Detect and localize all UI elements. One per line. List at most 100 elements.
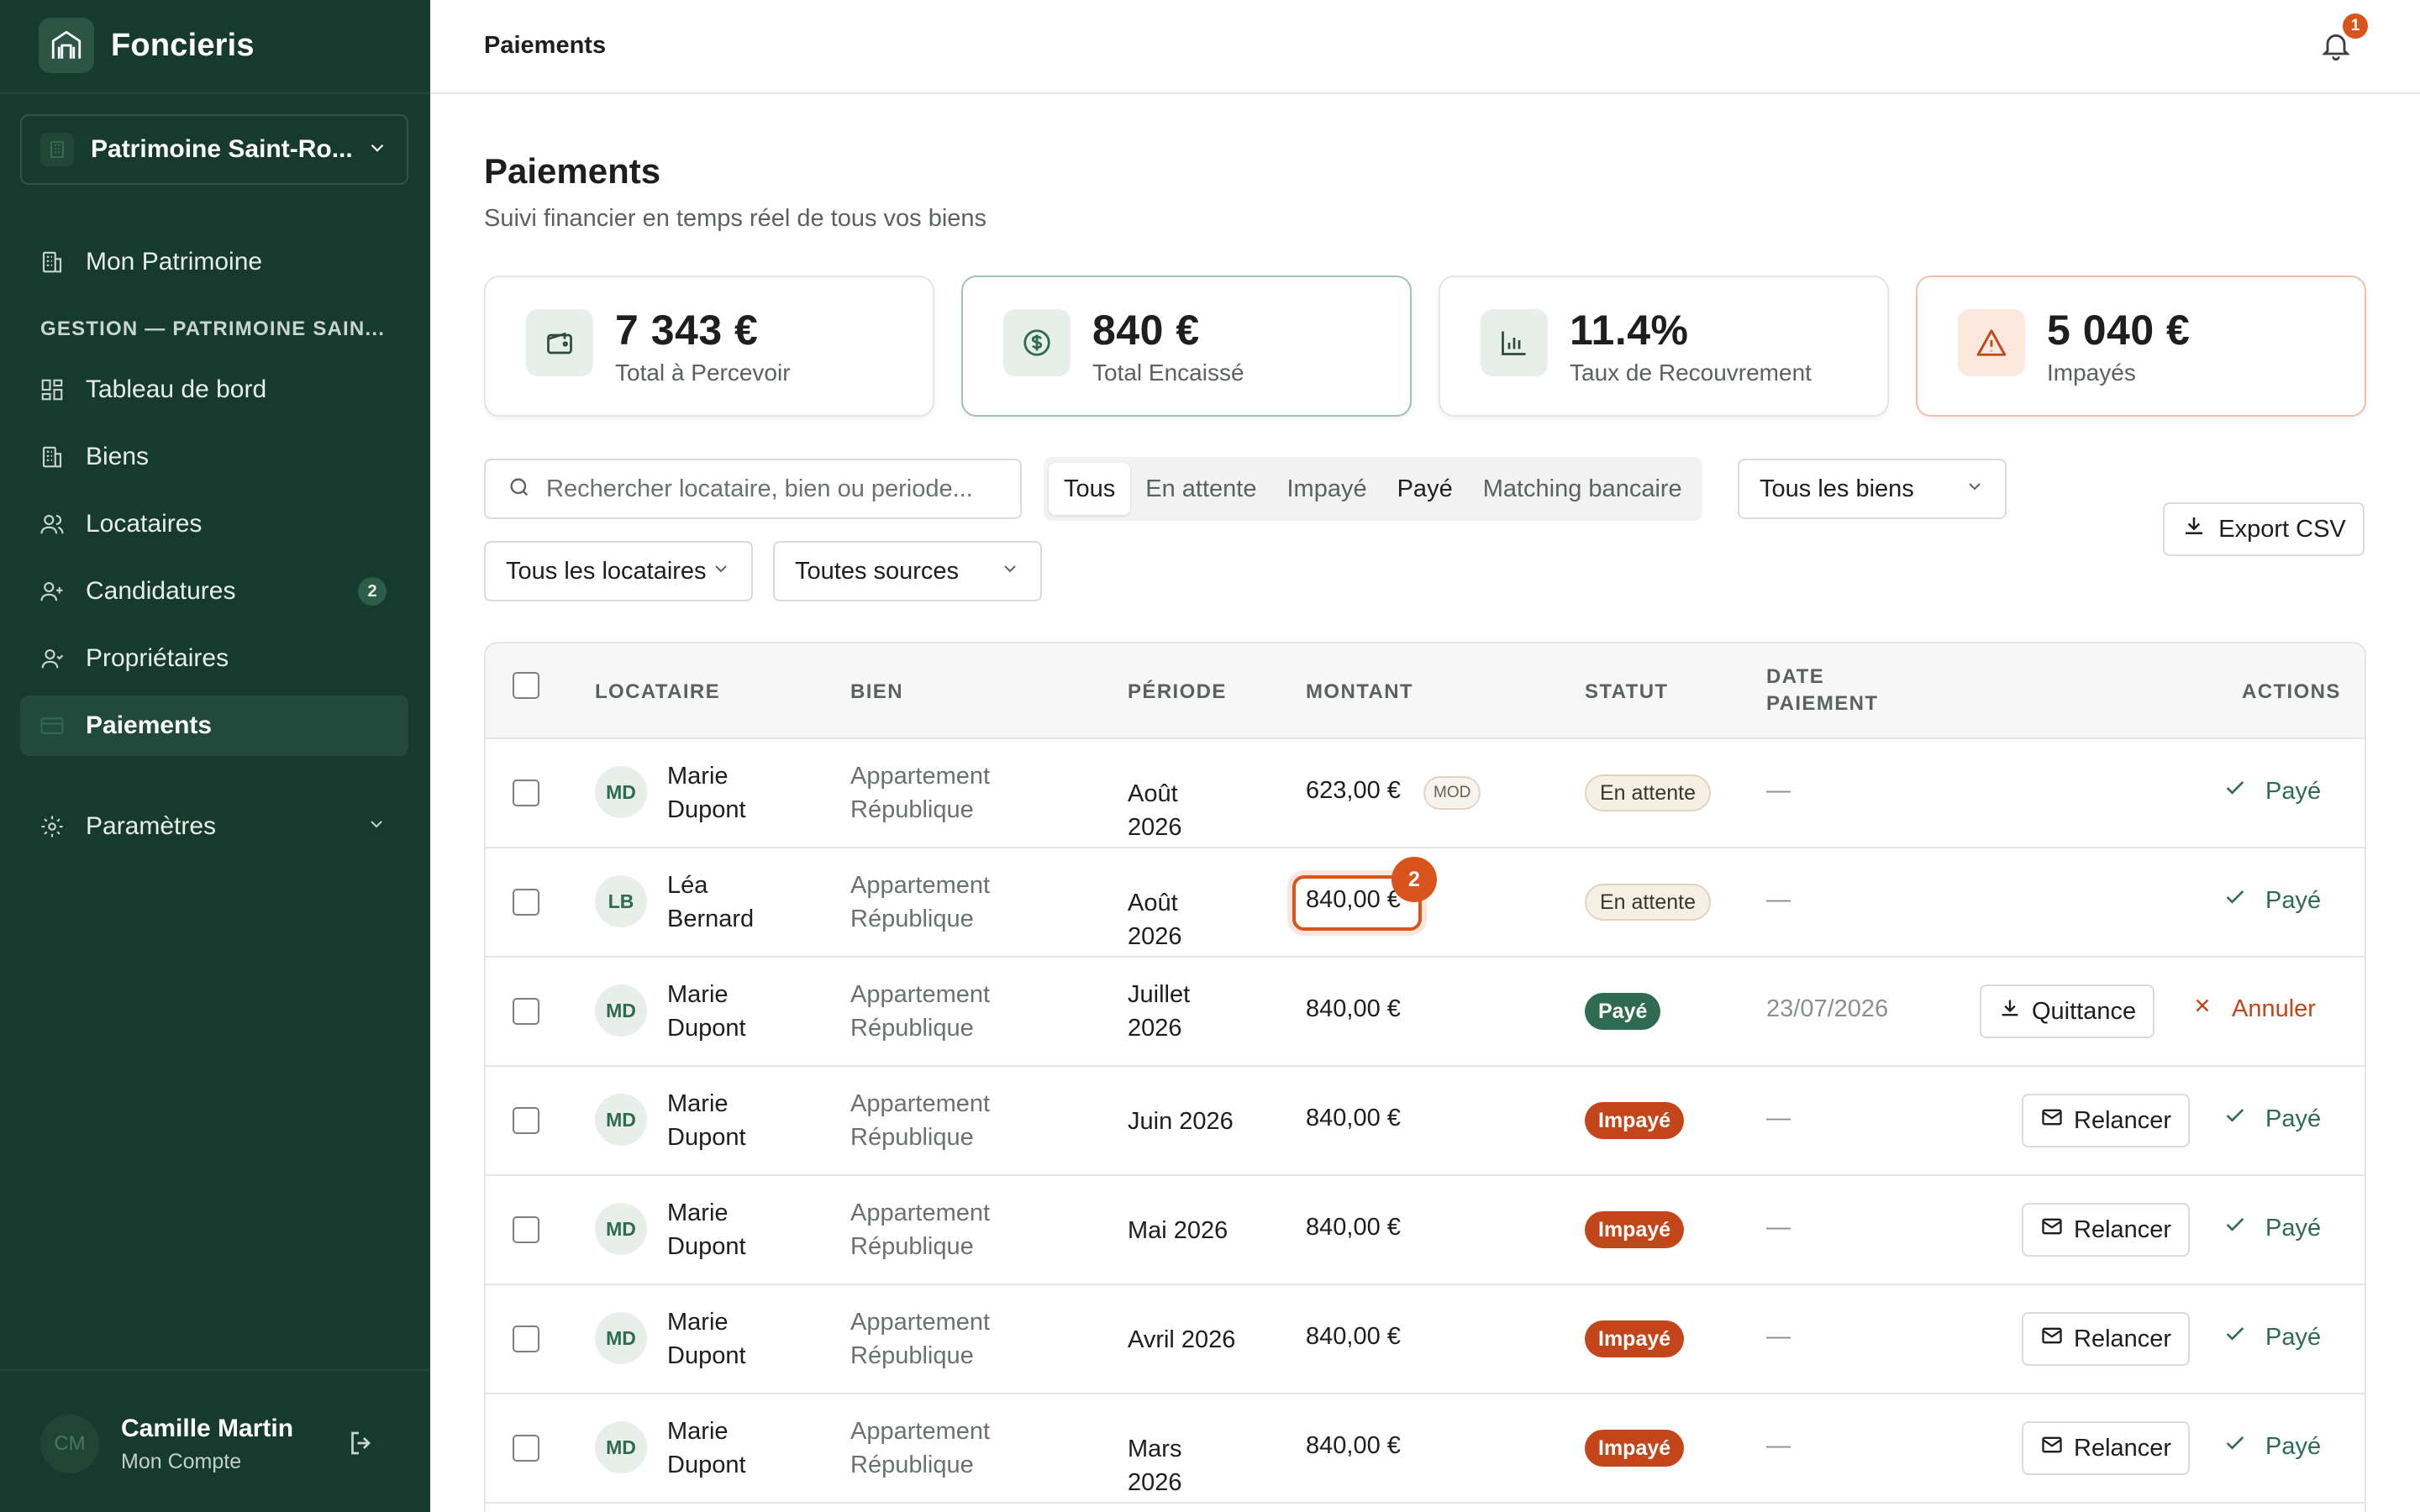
row-checkbox[interactable] xyxy=(513,780,539,806)
tenant-name[interactable]: Léa Bernard xyxy=(667,869,793,936)
tab-paye[interactable]: Payé xyxy=(1382,463,1468,515)
table-row[interactable]: MD Marie Dupont Appartement République Mai… xyxy=(486,1176,2365,1285)
property-line2: République xyxy=(850,1342,974,1369)
mark-paid-button[interactable]: Payé xyxy=(2223,885,2321,916)
column-header-bien[interactable]: BIEN xyxy=(850,680,903,704)
sidebar-item-label: Biens xyxy=(86,443,150,470)
tenant-name[interactable]: Marie Dupont xyxy=(667,978,793,1045)
users-icon xyxy=(39,511,66,538)
mark-paid-button[interactable]: Payé xyxy=(2223,776,2321,806)
stat-card-taux-recouvrement: 11.4% Taux de Recouvrement xyxy=(1439,276,1889,417)
tab-matching-bancaire[interactable]: Matching bancaire xyxy=(1468,463,1697,515)
tenant-last-name: Dupont xyxy=(667,1233,746,1260)
tab-tous[interactable]: Tous xyxy=(1049,463,1131,515)
quittance-button[interactable]: Quittance xyxy=(1980,984,2155,1038)
select-value: Toutes sources xyxy=(795,557,960,585)
table-row[interactable]: LB Léa Bernard Appartement République Août… xyxy=(486,848,2365,958)
table-row[interactable]: MD Marie Dupont Appartement République Jui… xyxy=(486,1067,2365,1176)
property-name: Appartement République xyxy=(850,1305,1035,1373)
column-header-statut[interactable]: STATUT xyxy=(1585,680,1669,704)
row-checkbox[interactable] xyxy=(513,998,539,1025)
stat-label: Taux de Recouvrement xyxy=(1570,360,1812,386)
table-row[interactable]: MD Marie Dupont Appartement République Aoû… xyxy=(486,739,2365,848)
mail-icon xyxy=(2040,1324,2064,1354)
mark-paid-button[interactable]: Payé xyxy=(2223,1213,2321,1243)
tenant-first-name: Léa xyxy=(667,872,708,899)
tenant-first-name: Marie xyxy=(667,1309,729,1336)
tenant-name[interactable]: Marie Dupont xyxy=(667,1305,793,1373)
status-badge: Impayé xyxy=(1585,1430,1685,1467)
relancer-label: Relancer xyxy=(2074,1106,2172,1134)
mail-icon xyxy=(2040,1215,2064,1245)
avatar: MD xyxy=(595,984,647,1037)
mark-paid-button[interactable]: Payé xyxy=(2223,1104,2321,1134)
column-header-locataire[interactable]: LOCATAIRE xyxy=(595,680,720,704)
sidebar-item-parametres[interactable]: Paramètres xyxy=(20,796,408,857)
tenant-first-name: Marie xyxy=(667,1200,729,1226)
amount: 623,00 € xyxy=(1306,777,1401,804)
column-header-periode[interactable]: PÉRIODE xyxy=(1128,680,1227,704)
tab-en-attente[interactable]: En attente xyxy=(1130,463,1271,515)
account-panel[interactable]: CM Camille Martin Mon Compte xyxy=(0,1369,430,1512)
payment-date: — xyxy=(1766,777,1791,804)
mark-paid-button[interactable]: Payé xyxy=(2223,1431,2321,1462)
row-checkbox[interactable] xyxy=(513,1326,539,1352)
tab-impaye[interactable]: Impayé xyxy=(1271,463,1381,515)
property-line1: Appartement xyxy=(850,1418,991,1445)
column-header-date-line1: DATE xyxy=(1766,665,1825,688)
chevron-down-icon xyxy=(366,137,388,163)
payment-date: — xyxy=(1766,886,1791,913)
payment-date: — xyxy=(1766,1323,1791,1350)
stat-value: 5 040 € xyxy=(2047,307,2191,354)
wallet-icon xyxy=(526,309,593,376)
chevron-down-icon xyxy=(1965,475,1985,503)
mark-paid-button[interactable]: Payé xyxy=(2223,1322,2321,1352)
mark-paid-label: Payé xyxy=(2265,1432,2322,1460)
sidebar-item-candidatures[interactable]: Candidatures 2 xyxy=(20,561,408,622)
sidebar-item-proprietaires[interactable]: Propriétaires xyxy=(20,628,408,689)
relancer-button[interactable]: Relancer xyxy=(2022,1203,2191,1257)
sidebar-item-biens[interactable]: Biens xyxy=(20,427,408,487)
portfolio-select[interactable]: Patrimoine Saint-Ro... xyxy=(20,114,408,185)
sidebar-item-label: Candidatures xyxy=(86,577,236,605)
property-name: Appartement République xyxy=(850,978,1035,1045)
property-line1: Appartement xyxy=(850,872,991,899)
tenant-first-name: Marie xyxy=(667,1418,729,1445)
table-row[interactable]: MD Marie Dupont Appartement République Avr… xyxy=(486,1285,2365,1394)
row-checkbox[interactable] xyxy=(513,1435,539,1462)
relancer-button[interactable]: Relancer xyxy=(2022,1312,2191,1366)
tenant-name[interactable]: Marie Dupont xyxy=(667,1196,793,1263)
tenant-name[interactable]: Marie Dupont xyxy=(667,1415,793,1482)
export-csv-button[interactable]: Export CSV xyxy=(2163,502,2365,556)
sources-select[interactable]: Toutes sources xyxy=(773,541,1042,601)
sidebar-item-paiements[interactable]: Paiements xyxy=(20,696,408,756)
cancel-payment-button[interactable]: Annuler xyxy=(2191,995,2316,1023)
tenant-last-name: Bernard xyxy=(667,906,755,932)
logout-icon[interactable] xyxy=(346,1428,376,1462)
status-badge: Impayé xyxy=(1585,1320,1685,1357)
sidebar-item-mon-patrimoine[interactable]: Mon Patrimoine xyxy=(20,232,408,292)
app-logo[interactable]: Foncieris xyxy=(39,18,255,73)
tenant-name[interactable]: Marie Dupont xyxy=(667,759,793,827)
search-input[interactable]: Rechercher locataire, bien ou periode... xyxy=(484,459,1022,519)
amount: 840,00 € xyxy=(1306,995,1401,1022)
relancer-button[interactable]: Relancer xyxy=(2022,1094,2191,1147)
property-line2: République xyxy=(850,1015,974,1042)
relancer-button[interactable]: Relancer xyxy=(2022,1421,2191,1475)
payments-table: LOCATAIRE BIEN PÉRIODE MONTANT STATUT DA… xyxy=(484,642,2366,1512)
row-checkbox[interactable] xyxy=(513,1216,539,1243)
sidebar-item-locataires[interactable]: Locataires xyxy=(20,494,408,554)
tenant-name[interactable]: Marie Dupont xyxy=(667,1087,793,1154)
table-row[interactable]: MD Marie Dupont Appartement République Jui… xyxy=(486,958,2365,1067)
column-header-montant[interactable]: MONTANT xyxy=(1306,680,1413,704)
sidebar-item-tableau-de-bord[interactable]: Tableau de bord xyxy=(20,360,408,420)
table-row[interactable]: MD Marie Dupont Appartement République Mar… xyxy=(486,1394,2365,1504)
locataires-select[interactable]: Tous les locataires xyxy=(484,541,753,601)
row-checkbox[interactable] xyxy=(513,889,539,916)
download-icon xyxy=(1998,996,2022,1026)
avatar: LB xyxy=(595,875,647,927)
biens-select[interactable]: Tous les biens xyxy=(1738,459,2007,519)
sidebar-divider xyxy=(0,92,430,94)
row-checkbox[interactable] xyxy=(513,1107,539,1134)
select-all-checkbox[interactable] xyxy=(513,672,539,699)
